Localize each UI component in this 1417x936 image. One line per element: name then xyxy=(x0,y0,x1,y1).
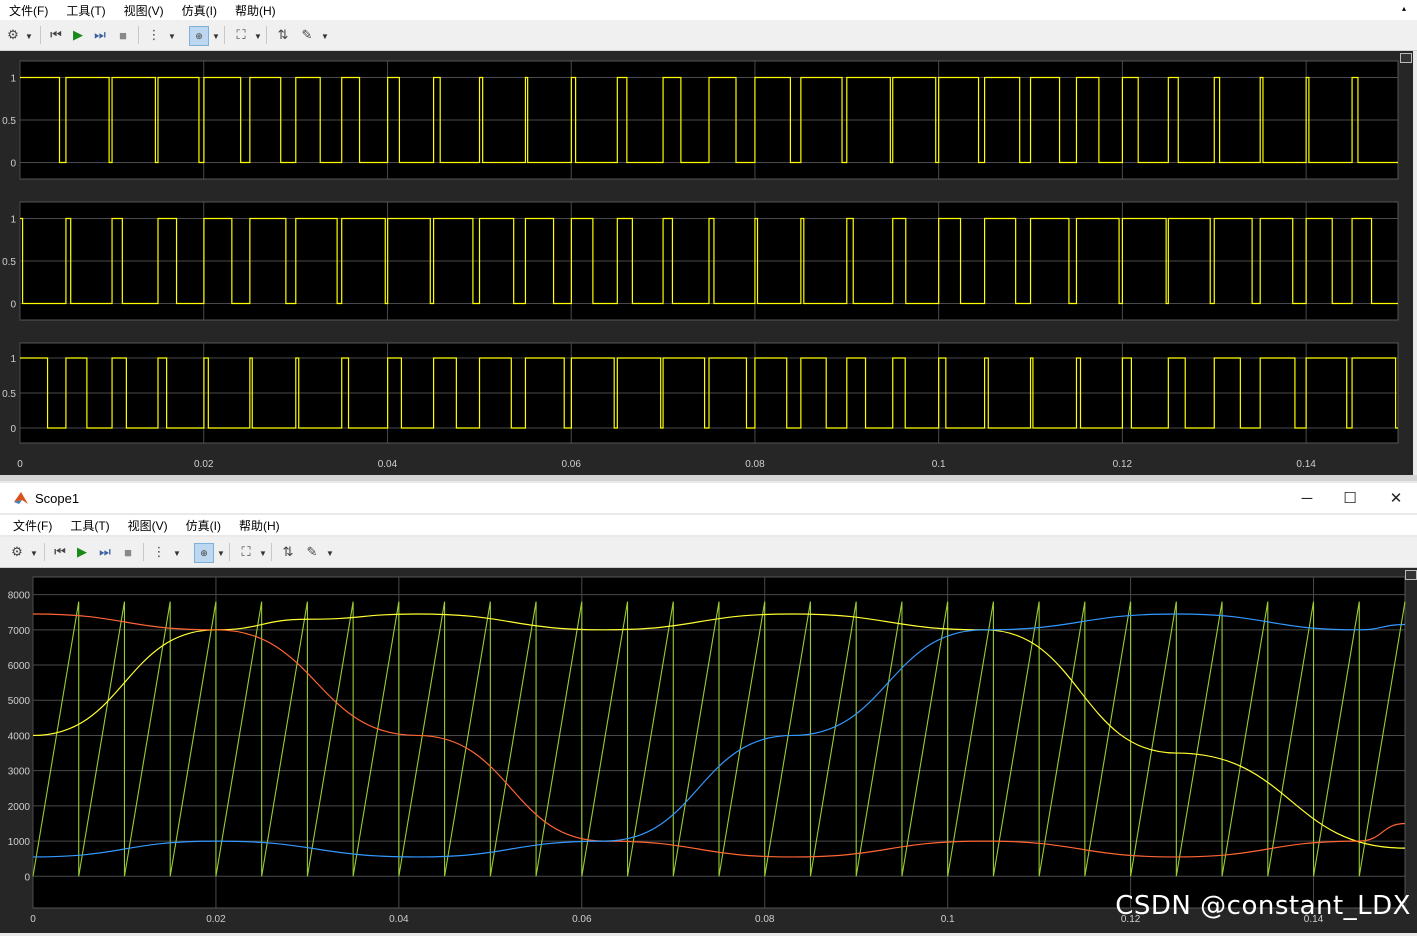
menu-help[interactable]: 帮助(H) xyxy=(235,2,276,19)
y-tick-label: 0.5 xyxy=(2,116,16,127)
stop-icon[interactable]: ■ xyxy=(114,26,132,44)
run-icon[interactable]: ▶ xyxy=(69,26,87,44)
x-tick-label: 0.12 xyxy=(1113,459,1133,470)
menubar-2: 文件(F) 工具(T) 视图(V) 仿真(I) 帮助(H) xyxy=(0,515,1417,535)
cursor-measure-icon[interactable]: ✎ xyxy=(303,543,321,561)
collapse-toolbar-icon[interactable]: ▴ xyxy=(1402,4,1412,13)
chevron-down-icon[interactable]: ▼ xyxy=(217,549,225,558)
y-tick-label: 1 xyxy=(10,74,16,85)
chevron-down-icon[interactable]: ▼ xyxy=(259,549,267,558)
watermark: CSDN @constant_LDX xyxy=(1115,891,1411,921)
y-tick-label: 1000 xyxy=(8,837,31,848)
x-tick-label: 0 xyxy=(17,459,23,470)
trigger-icon[interactable]: ⇅ xyxy=(274,26,292,44)
undock-icon[interactable] xyxy=(1405,570,1417,580)
gear-icon[interactable]: ⚙ xyxy=(8,543,26,561)
step-forward-icon[interactable]: ⏭ xyxy=(91,26,109,44)
x-tick-label: 0.02 xyxy=(206,914,226,925)
toolbar-2: ⚙ ▼ ⏮ ▶ ⏭ ■ ⋮ ▼ ⊕ ▼ ⛶ ▼ ⇅ ✎ ▼ xyxy=(0,537,1417,568)
y-tick-label: 7000 xyxy=(8,626,31,637)
matlab-logo-icon xyxy=(14,492,28,504)
x-tick-label: 0.04 xyxy=(389,914,409,925)
y-tick-label: 5000 xyxy=(8,696,31,707)
y-tick-label: 8000 xyxy=(8,591,31,602)
menu-view[interactable]: 视图(V) xyxy=(128,517,168,534)
chevron-down-icon[interactable]: ▼ xyxy=(326,549,334,558)
step-back-icon[interactable]: ⏮ xyxy=(47,26,65,44)
y-tick-label: 2000 xyxy=(8,802,31,813)
x-tick-label: 0.06 xyxy=(561,459,581,470)
x-tick-label: 0.06 xyxy=(572,914,592,925)
fit-to-view-icon[interactable]: ⛶ xyxy=(237,543,255,561)
x-tick-label: 0.1 xyxy=(941,914,955,925)
scope-1-plots: 1 0.5 0 1 0.5 0 1 0.5 0 0 0.02 0.04 0.06 0.08 0.1 0.12 0… xyxy=(2,60,1399,470)
chevron-down-icon[interactable]: ▼ xyxy=(25,32,33,41)
run-icon[interactable]: ▶ xyxy=(73,543,91,561)
scope1-titlebar: Scope1 ─ ☐ ✕ xyxy=(0,483,1417,513)
zoom-icon[interactable]: ⊕ xyxy=(189,26,209,46)
trigger-icon[interactable]: ⇅ xyxy=(279,543,297,561)
x-tick-label: 0.08 xyxy=(745,459,765,470)
chevron-down-icon[interactable]: ▼ xyxy=(321,32,329,41)
y-tick-label: 4000 xyxy=(8,731,31,742)
undock-icon[interactable] xyxy=(1400,53,1412,63)
signal-select-icon[interactable]: ⋮ xyxy=(150,543,168,561)
x-tick-label: 0.02 xyxy=(194,459,214,470)
y-tick-label: 0 xyxy=(10,159,16,170)
menu-tools[interactable]: 工具(T) xyxy=(70,517,109,534)
maximize-icon[interactable]: ☐ xyxy=(1330,487,1370,509)
cursor-measure-icon[interactable]: ✎ xyxy=(298,26,316,44)
menubar-1: 文件(F) 工具(T) 视图(V) 仿真(I) 帮助(H) xyxy=(0,0,1417,20)
chevron-down-icon[interactable]: ▼ xyxy=(168,32,176,41)
menu-view[interactable]: 视图(V) xyxy=(124,2,164,19)
y-tick-label: 0.5 xyxy=(2,389,16,400)
y-tick-label: 3000 xyxy=(8,767,31,778)
x-tick-label: 0.14 xyxy=(1296,459,1316,470)
x-tick-label: 0.1 xyxy=(932,459,946,470)
menu-file[interactable]: 文件(F) xyxy=(9,2,48,19)
step-forward-icon[interactable]: ⏭ xyxy=(96,543,114,561)
chevron-down-icon[interactable]: ▼ xyxy=(173,549,181,558)
y-tick-label: 0.5 xyxy=(2,257,16,268)
x-tick-label: 0 xyxy=(30,914,36,925)
toolbar-1: ⚙ ▼ ⏮ ▶ ⏭ ■ ⋮ ▼ ⊕ ▼ ⛶ ▼ ⇅ ✎ ▼ xyxy=(0,20,1417,51)
menu-simulation[interactable]: 仿真(I) xyxy=(186,517,221,534)
x-tick-label: 0.04 xyxy=(378,459,398,470)
stop-icon[interactable]: ■ xyxy=(119,543,137,561)
menu-file[interactable]: 文件(F) xyxy=(13,517,52,534)
menu-help[interactable]: 帮助(H) xyxy=(239,517,280,534)
chevron-down-icon[interactable]: ▼ xyxy=(212,32,220,41)
minimize-icon[interactable]: ─ xyxy=(1287,487,1327,509)
step-back-icon[interactable]: ⏮ xyxy=(51,543,69,561)
close-icon[interactable]: ✕ xyxy=(1376,487,1416,509)
gear-icon[interactable]: ⚙ xyxy=(4,26,22,44)
x-tick-label: 0.08 xyxy=(755,914,775,925)
y-tick-label: 0 xyxy=(10,300,16,311)
menu-tools[interactable]: 工具(T) xyxy=(66,2,105,19)
menu-simulation[interactable]: 仿真(I) xyxy=(182,2,217,19)
scope-2-plot: 0 0.02 0.04 0.06 0.08 0.1 0.12 0.14800070006000… xyxy=(8,576,1406,925)
chevron-down-icon[interactable]: ▼ xyxy=(30,549,38,558)
fit-to-view-icon[interactable]: ⛶ xyxy=(232,26,250,44)
y-tick-label: 0 xyxy=(10,424,16,435)
signal-select-icon[interactable]: ⋮ xyxy=(145,26,163,44)
chevron-down-icon[interactable]: ▼ xyxy=(254,32,262,41)
scope-2-display: 0 0.02 0.04 0.06 0.08 0.1 0.12 0.14 8000 7000 6000… xyxy=(0,568,1417,933)
zoom-icon[interactable]: ⊕ xyxy=(194,543,214,563)
y-tick-label: 1 xyxy=(10,215,16,226)
scope-1-display: 1 0.5 0 1 0.5 0 1 0.5 0 0 0.02 0.04 0.06 0.08 0.1 0.12 0… xyxy=(0,51,1413,475)
y-tick-label: 1 xyxy=(10,354,16,365)
window-title: Scope1 xyxy=(35,491,80,506)
y-tick-label: 0 xyxy=(24,872,30,883)
y-tick-label: 6000 xyxy=(8,661,31,672)
